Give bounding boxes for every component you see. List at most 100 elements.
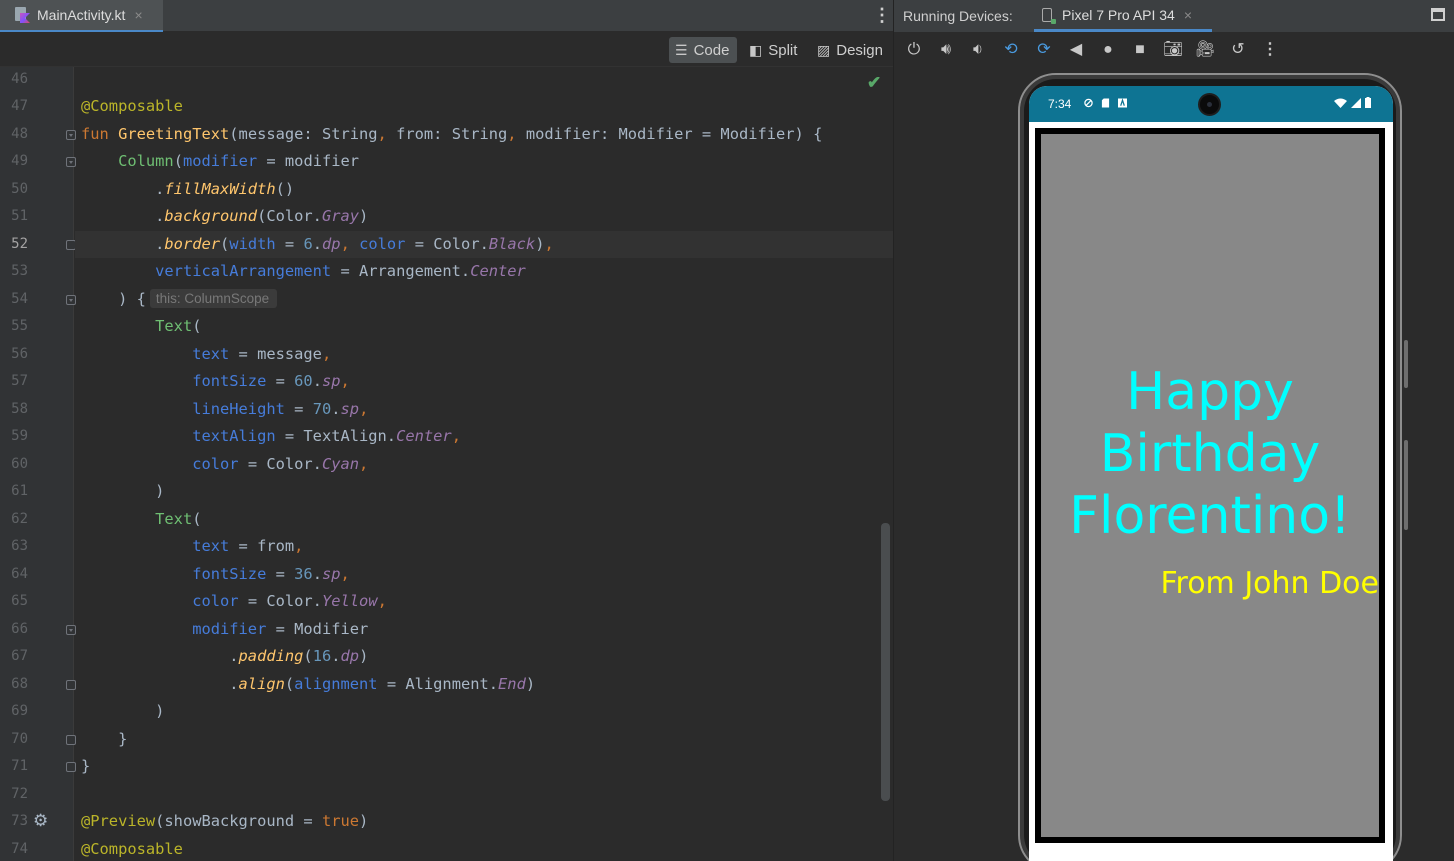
gesture-nav-handle[interactable] — [1157, 856, 1241, 861]
lines-icon: ☰ — [675, 41, 688, 58]
code-line: } — [81, 753, 90, 781]
front-camera — [1198, 93, 1221, 116]
code-token: } — [81, 729, 128, 748]
code-token: (Color. — [257, 207, 322, 225]
code-token: verticalArrangement — [155, 262, 332, 280]
more-icon[interactable]: ⋮ — [1259, 39, 1281, 61]
code-token: . — [331, 399, 341, 418]
overview-icon[interactable]: ■ — [1129, 39, 1151, 61]
code-token: modifier — [192, 619, 267, 638]
home-icon[interactable]: ● — [1097, 39, 1119, 61]
line-number: 52 — [11, 235, 28, 252]
code-token: , — [321, 344, 332, 363]
code-line: modifier = Modifier — [81, 616, 368, 644]
greeting-text: Happy Birthday Florentino! — [1069, 362, 1351, 546]
editor-scrollbar[interactable] — [881, 523, 890, 801]
code-token: = — [266, 564, 295, 583]
code-mode-button[interactable]: ☰ Code — [669, 37, 737, 63]
code-token: ) — [359, 812, 369, 830]
code-token: 60 — [294, 372, 313, 390]
code-token: dp — [322, 234, 341, 253]
code-token: . — [81, 207, 165, 225]
close-icon[interactable]: × — [1184, 7, 1192, 23]
code-token: ) — [359, 647, 369, 665]
code-editor-pane: MainActivity.kt × ⋮ ☰ Code ◧ Split ▨ Des… — [0, 0, 893, 861]
back-icon[interactable]: ◀ — [1065, 39, 1087, 61]
code-token: (showBackground = — [155, 812, 322, 830]
code-token: Black — [488, 234, 536, 253]
rotate-left-icon[interactable]: ⟲ — [1000, 39, 1022, 61]
file-tab-mainactivity[interactable]: MainActivity.kt × — [0, 0, 163, 32]
code-text-area[interactable]: ✔ @Composable fun GreetingText(message: S… — [75, 67, 893, 861]
line-number: 50 — [11, 180, 28, 197]
code-token: padding — [238, 647, 304, 665]
line-number: 64 — [11, 565, 28, 582]
maximize-icon[interactable] — [1431, 8, 1445, 21]
code-token: text — [192, 344, 230, 363]
code-line: textAlign = TextAlign.Center, — [81, 423, 461, 451]
code-token: . — [312, 372, 322, 390]
code-line: ) — [81, 478, 164, 506]
design-mode-button[interactable]: ▨ Design — [811, 37, 891, 63]
code-line: ) {this: ColumnScope — [81, 286, 278, 314]
code-token: () — [275, 179, 295, 198]
line-number-gutter[interactable]: 46 47 48 49 50 51 52 53 54 55 56 57 58 59 60 61 62 63 64 65… — [0, 67, 76, 861]
screenshot-icon[interactable]: 📷︎ — [1162, 39, 1184, 61]
more-options-icon[interactable]: ⋮ — [873, 6, 891, 24]
code-line: verticalArrangement = Arrangement.Center — [81, 258, 526, 286]
code-token: @Composable — [81, 97, 183, 115]
code-token: (message: String — [229, 124, 378, 143]
line-number: 67 — [11, 648, 28, 664]
record-icon[interactable]: 🎥︎ — [1194, 39, 1216, 61]
code-line: ) — [81, 698, 164, 726]
code-token: . — [81, 674, 239, 693]
code-token: Text — [155, 317, 193, 335]
reset-icon[interactable]: ↺ — [1227, 39, 1249, 61]
code-token: , — [359, 399, 369, 418]
volume-up-icon[interactable]: 🔊︎ — [935, 39, 957, 61]
split-mode-label: Split — [768, 41, 798, 59]
inlay-hint: this: ColumnScope — [149, 288, 278, 308]
code-line: .fillMaxWidth() — [81, 176, 294, 204]
editor-tab-bar: MainActivity.kt × ⋮ — [0, 0, 893, 32]
code-token: 6 — [303, 234, 313, 253]
line-number: 63 — [11, 538, 28, 554]
code-token: , — [377, 124, 397, 143]
preview-settings-gear-icon[interactable]: ⚙ — [33, 811, 48, 831]
line-number: 47 — [11, 98, 28, 114]
close-icon[interactable]: × — [134, 7, 142, 23]
code-token: color — [192, 592, 239, 610]
code-token: textAlign — [192, 427, 276, 445]
code-token: = TextAlign. — [275, 427, 397, 445]
code-token: = Color. — [405, 234, 489, 253]
code-token: , — [377, 592, 387, 610]
code-token: . — [81, 234, 165, 253]
code-token: modifier: Modifier = Modifier) { — [525, 124, 823, 143]
code-token: width — [229, 234, 276, 253]
no-problems-check-icon[interactable]: ✔ — [867, 73, 881, 93]
code-token: border — [164, 234, 221, 253]
signal-icon — [1351, 97, 1361, 108]
design-mode-label: Design — [836, 41, 883, 59]
line-number: 72 — [11, 785, 28, 802]
code-token: ( — [192, 509, 202, 528]
code-line: fun GreetingText(message: String, from: … — [81, 121, 822, 149]
split-mode-button[interactable]: ◧ Split — [743, 37, 807, 63]
code-token: ) { — [81, 289, 146, 308]
device-screen[interactable]: 7:34 Happy Birthday Florentino! From Joh… — [1029, 86, 1393, 861]
code-token: fontSize — [192, 564, 267, 583]
device-tab-pixel-7-pro[interactable]: Pixel 7 Pro API 34 × — [1034, 0, 1212, 32]
rotate-right-icon[interactable]: ⟳ — [1033, 39, 1055, 61]
power-icon[interactable]: ⏻ — [903, 39, 925, 61]
code-token: ( — [173, 152, 183, 170]
code-token: 70 — [312, 399, 332, 418]
code-token: ( — [303, 647, 313, 665]
line-number: 62 — [11, 510, 28, 527]
volume-down-icon[interactable]: 🔉︎ — [967, 39, 989, 61]
line-number: 65 — [11, 593, 28, 609]
line-number: 70 — [11, 730, 28, 747]
